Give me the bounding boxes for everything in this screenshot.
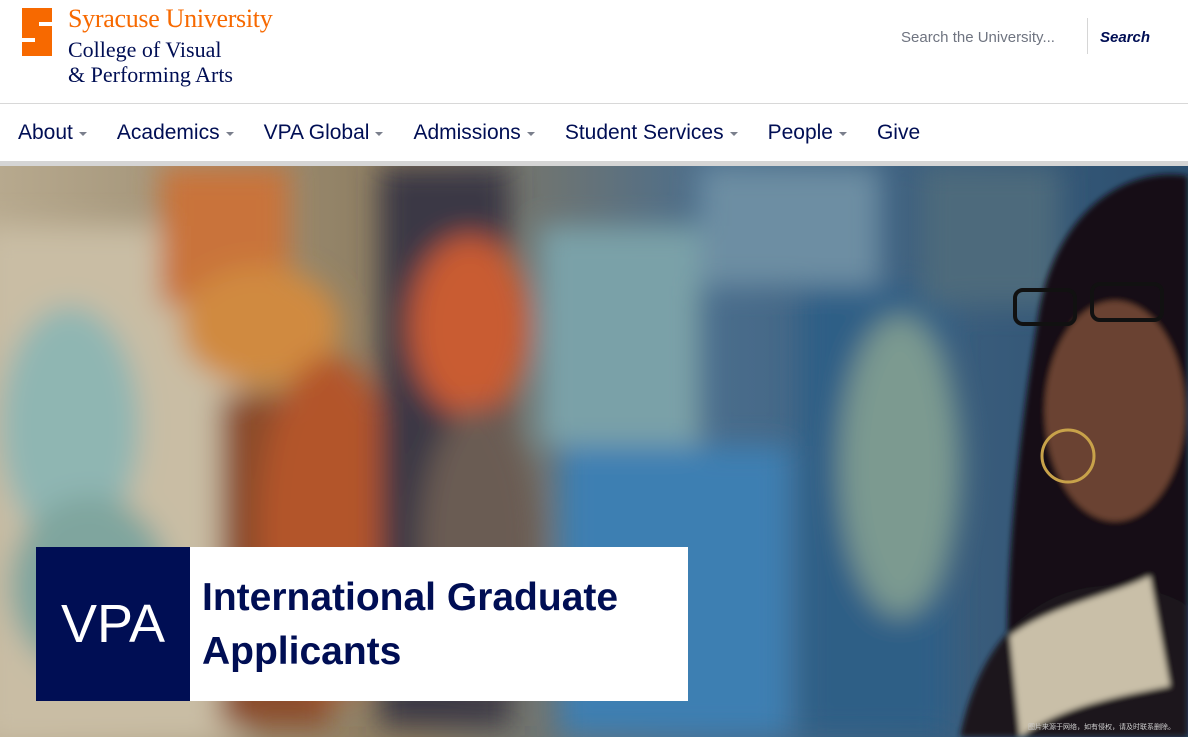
college-name-line1: College of Visual	[68, 37, 222, 62]
nav-item-label: About	[18, 121, 73, 144]
nav-item-vpa-global[interactable]: VPA Global	[264, 104, 384, 162]
chevron-down-icon	[225, 132, 234, 136]
site-header: Syracuse University College of Visual & …	[0, 0, 1188, 103]
nav-item-label: People	[767, 121, 833, 144]
chevron-down-icon	[78, 132, 87, 136]
university-name: Syracuse University	[68, 4, 273, 33]
college-logo[interactable]: Syracuse University College of Visual & …	[17, 4, 307, 88]
chevron-down-icon	[526, 132, 535, 136]
chevron-down-icon	[375, 132, 384, 136]
nav-item-label: Student Services	[564, 121, 724, 144]
page-title: International Graduate Applicants	[202, 576, 619, 673]
hero-title-box: VPA International Graduate Applicants	[36, 547, 688, 701]
chevron-down-icon	[838, 132, 847, 136]
nav-item-student-services[interactable]: Student Services	[565, 104, 738, 162]
nav-item-academics[interactable]: Academics	[117, 104, 234, 162]
nav-item-label: Give	[876, 121, 921, 144]
nav-item-label: Academics	[116, 121, 220, 144]
image-watermark: 图片来源于网络，如有侵权，请及时联系删除。	[1028, 723, 1175, 731]
nav-item-admissions[interactable]: Admissions	[413, 104, 535, 162]
main-nav: About Academics VPA Global Admissions St…	[0, 103, 1188, 163]
search-input[interactable]	[880, 18, 1070, 56]
nav-item-about[interactable]: About	[18, 104, 87, 162]
chevron-down-icon	[729, 132, 738, 136]
nav-item-give[interactable]: Give	[877, 104, 920, 162]
vpa-badge-text: VPA	[60, 594, 166, 654]
college-name-line2: & Performing Arts	[68, 62, 233, 87]
syracuse-s-icon	[22, 8, 52, 56]
search-button[interactable]: Search	[1088, 18, 1158, 56]
vpa-badge: VPA	[36, 547, 190, 701]
nav-item-people[interactable]: People	[768, 104, 847, 162]
nav-item-label: Admissions	[413, 121, 521, 144]
nav-item-label: VPA Global	[263, 121, 370, 144]
nav-list: About Academics VPA Global Admissions St…	[18, 104, 950, 162]
search-form: Search	[880, 18, 1160, 56]
